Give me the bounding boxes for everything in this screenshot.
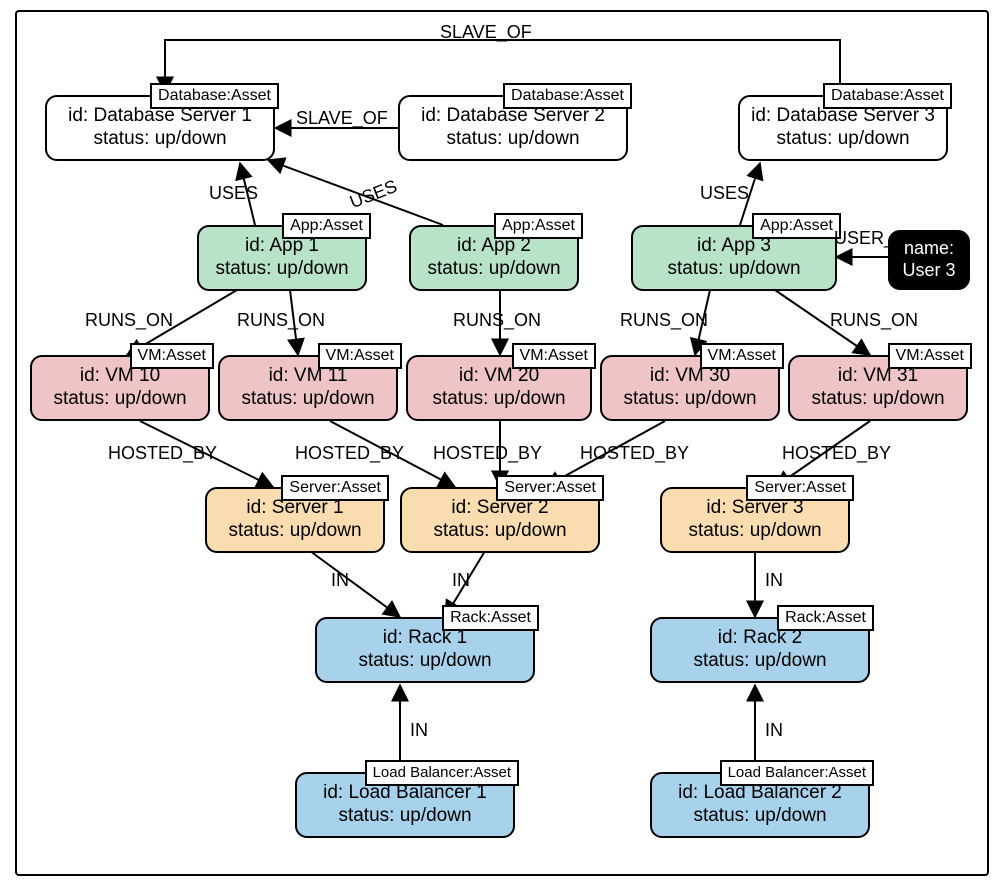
edge-label-uses1: USES	[209, 183, 258, 204]
node-type-tag: Load Balancer:Asset	[365, 760, 519, 786]
node-srv2: Server:Asset id: Server 2 status: up/dow…	[400, 487, 600, 553]
edge-label-uses3: USES	[700, 183, 749, 204]
node-status: status: up/down	[215, 258, 348, 281]
node-type-tag: Server:Asset	[496, 475, 604, 501]
node-type-tag: VM:Asset	[130, 343, 214, 369]
node-status: status: up/down	[93, 128, 226, 151]
node-srv1: Server:Asset id: Server 1 status: up/dow…	[205, 487, 385, 553]
edge-label-in1: IN	[331, 570, 349, 591]
node-status: status: up/down	[358, 650, 491, 673]
node-status: status: up/down	[241, 388, 374, 411]
edge-label-host4: HOSTED_BY	[580, 443, 689, 464]
node-type-tag: Database:Asset	[823, 83, 952, 109]
node-type-tag: Rack:Asset	[777, 605, 874, 631]
node-type-tag: App:Asset	[282, 213, 371, 239]
node-type-tag: Database:Asset	[503, 83, 632, 109]
node-vm30: VM:Asset id: VM 30 status: up/down	[600, 355, 780, 421]
node-vm31: VM:Asset id: VM 31 status: up/down	[788, 355, 968, 421]
edge-label-slave-top: SLAVE_OF	[440, 22, 532, 43]
edge-label-host1: HOSTED_BY	[108, 443, 217, 464]
node-type-tag: App:Asset	[494, 213, 583, 239]
node-type-tag: VM:Asset	[888, 343, 972, 369]
node-vm20: VM:Asset id: VM 20 status: up/down	[406, 355, 592, 421]
node-status: status: up/down	[446, 128, 579, 151]
edge-label-userof: USER_OF	[834, 228, 919, 249]
edge-label-host2: HOSTED_BY	[295, 443, 404, 464]
node-status: status: up/down	[688, 520, 821, 543]
node-status: status: up/down	[811, 388, 944, 411]
node-status: status: up/down	[433, 520, 566, 543]
node-status: status: up/down	[693, 805, 826, 828]
edge-label-in2: IN	[452, 570, 470, 591]
node-type-tag: App:Asset	[752, 213, 841, 239]
node-status: status: up/down	[228, 520, 361, 543]
node-type-tag: VM:Asset	[700, 343, 784, 369]
edge-label-runs4: RUNS_ON	[620, 310, 708, 331]
edge-label-in4: IN	[410, 720, 428, 741]
node-type-tag: Rack:Asset	[442, 605, 539, 631]
node-status: status: up/down	[53, 388, 186, 411]
node-srv3: Server:Asset id: Server 3 status: up/dow…	[660, 487, 850, 553]
edge-label-runs5: RUNS_ON	[830, 310, 918, 331]
node-rack2: Rack:Asset id: Rack 2 status: up/down	[650, 617, 870, 683]
node-db1: Database:Asset id: Database Server 1 sta…	[45, 95, 275, 161]
edge-label-host3: HOSTED_BY	[433, 443, 542, 464]
node-lb2: Load Balancer:Asset id: Load Balancer 2 …	[650, 772, 870, 838]
node-type-tag: Load Balancer:Asset	[720, 760, 874, 786]
edge-label-runs1: RUNS_ON	[85, 310, 173, 331]
node-lb1: Load Balancer:Asset id: Load Balancer 1 …	[295, 772, 515, 838]
node-status: status: up/down	[623, 388, 756, 411]
node-type-tag: VM:Asset	[512, 343, 596, 369]
node-rack1: Rack:Asset id: Rack 1 status: up/down	[315, 617, 535, 683]
edge-label-host5: HOSTED_BY	[782, 443, 891, 464]
node-type-tag: Server:Asset	[281, 475, 389, 501]
node-app3: App:Asset id: App 3 status: up/down	[631, 225, 837, 291]
node-type-tag: VM:Asset	[318, 343, 402, 369]
node-status: status: up/down	[427, 258, 560, 281]
edge-label-runs2: RUNS_ON	[237, 310, 325, 331]
edge-label-in3: IN	[765, 570, 783, 591]
node-status: status: up/down	[776, 128, 909, 151]
node-vm10: VM:Asset id: VM 10 status: up/down	[30, 355, 210, 421]
node-app1: App:Asset id: App 1 status: up/down	[197, 225, 367, 291]
node-type-tag: Database:Asset	[150, 83, 279, 109]
node-type-tag: Server:Asset	[746, 475, 854, 501]
node-app2: App:Asset id: App 2 status: up/down	[409, 225, 579, 291]
node-status: status: up/down	[432, 388, 565, 411]
node-db3: Database:Asset id: Database Server 3 sta…	[738, 95, 948, 161]
node-status: status: up/down	[693, 650, 826, 673]
node-db2: Database:Asset id: Database Server 2 sta…	[398, 95, 628, 161]
node-name: User 3	[902, 260, 955, 282]
edge-label-in5: IN	[765, 720, 783, 741]
node-status: status: up/down	[338, 805, 471, 828]
node-vm11: VM:Asset id: VM 11 status: up/down	[218, 355, 398, 421]
edge-label-runs3: RUNS_ON	[453, 310, 541, 331]
edge-label-slave-mid: SLAVE_OF	[296, 108, 388, 129]
node-status: status: up/down	[667, 258, 800, 281]
